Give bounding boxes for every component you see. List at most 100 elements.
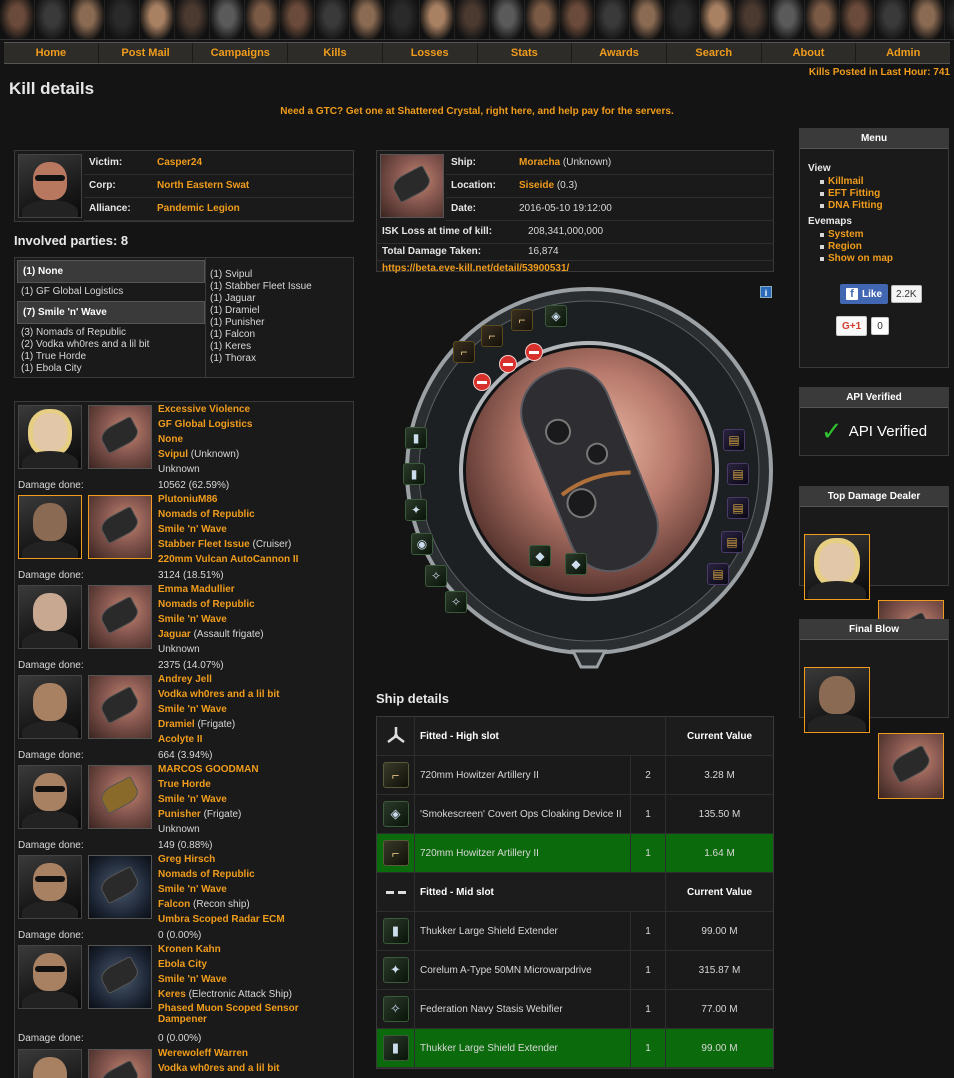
group-header-none[interactable]: (1) None: [17, 260, 205, 283]
attacker-corp[interactable]: Nomads of Republic: [158, 507, 353, 522]
menu-system-link[interactable]: System: [800, 229, 948, 241]
attacker-name[interactable]: Greg Hirsch: [158, 852, 353, 867]
attacker-corp[interactable]: Ebola City: [158, 957, 353, 972]
attacker-portrait[interactable]: [18, 855, 82, 919]
victim-corp[interactable]: North Eastern Swat: [152, 174, 353, 198]
nav-admin[interactable]: Admin: [856, 43, 950, 63]
module-row[interactable]: ▮ Thukker Large Shield Extender 1 99.00 …: [377, 1029, 773, 1068]
attacker-alliance[interactable]: None: [158, 432, 353, 447]
attacker-weapon[interactable]: Phased Muon Scoped Sensor: [158, 1002, 353, 1014]
attacker-alliance[interactable]: Smile 'n' Wave: [158, 702, 353, 717]
attacker-portrait[interactable]: [18, 495, 82, 559]
attacker-weapon[interactable]: 220mm Vulcan AutoCannon II: [158, 552, 353, 567]
group-member[interactable]: (3) Nomads of Republic: [17, 327, 205, 339]
module-row[interactable]: ✧ Federation Navy Stasis Webifier 1 77.0…: [377, 990, 773, 1029]
attacker-corp[interactable]: Nomads of Republic: [158, 867, 353, 882]
module-name[interactable]: Thukker Large Shield Extender: [415, 912, 631, 950]
group-member[interactable]: (2) Vodka wh0res and a lil bit: [17, 339, 205, 351]
victim-ship-image[interactable]: [380, 154, 444, 218]
module-row[interactable]: ✦ Corelum A-Type 50MN Microwarpdrive 1 3…: [377, 951, 773, 990]
attacker-ship[interactable]: Svipul: [158, 449, 188, 460]
menu-eft-fitting-link[interactable]: EFT Fitting: [800, 188, 948, 200]
nav-kills[interactable]: Kills: [288, 43, 383, 63]
nav-losses[interactable]: Losses: [383, 43, 478, 63]
attacker-alliance[interactable]: Smile 'n' Wave: [158, 522, 353, 537]
high-slot-module[interactable]: ⌐: [453, 341, 475, 363]
ship-name[interactable]: Moracha: [519, 157, 560, 168]
gtc-ad-link[interactable]: Need a GTC? Get one at Shattered Crystal…: [0, 106, 954, 117]
attacker-alliance[interactable]: Smile 'n' Wave: [158, 972, 353, 987]
module-name[interactable]: Corelum A-Type 50MN Microwarpdrive: [415, 951, 631, 989]
attacker-ship[interactable]: Dramiel: [158, 719, 195, 730]
attacker-ship-image[interactable]: [88, 945, 152, 1009]
attacker-ship-image[interactable]: [88, 765, 152, 829]
attacker-name[interactable]: Kronen Kahn: [158, 942, 353, 957]
high-slot-module[interactable]: ⌐: [511, 309, 533, 331]
mid-slot-module[interactable]: ✦: [405, 499, 427, 521]
victim-portrait[interactable]: [18, 154, 82, 218]
attacker-corp[interactable]: Vodka wh0res and a lil bit: [158, 1061, 353, 1076]
top-damage-portrait[interactable]: [804, 534, 870, 600]
module-row[interactable]: ◈ 'Smokescreen' Covert Ops Cloaking Devi…: [377, 795, 773, 834]
mid-slot-module[interactable]: ▮: [403, 463, 425, 485]
attacker-ship-image[interactable]: [88, 1049, 152, 1078]
menu-dna-fitting-link[interactable]: DNA Fitting: [800, 200, 948, 212]
group-member[interactable]: (1) True Horde: [17, 351, 205, 363]
ship-count[interactable]: (1) Jaguar: [206, 293, 353, 305]
final-blow-ship[interactable]: [878, 733, 944, 799]
location-name[interactable]: Siseide: [519, 180, 554, 191]
module-row[interactable]: ▮ Thukker Large Shield Extender 1 99.00 …: [377, 912, 773, 951]
attacker-portrait[interactable]: [18, 765, 82, 829]
attacker-ship-image[interactable]: [88, 585, 152, 649]
attacker-portrait[interactable]: [18, 945, 82, 1009]
module-name[interactable]: Thukker Large Shield Extender: [415, 1029, 631, 1067]
attacker-name[interactable]: Andrey Jell: [158, 672, 353, 687]
attacker-portrait[interactable]: [18, 405, 82, 469]
attacker-corp[interactable]: Vodka wh0res and a lil bit: [158, 687, 353, 702]
module-row[interactable]: ⌐ 720mm Howitzer Artillery II 2 3.28 M: [377, 756, 773, 795]
attacker-name[interactable]: MARCOS GOODMAN: [158, 762, 353, 777]
nav-search[interactable]: Search: [667, 43, 762, 63]
low-slot-module[interactable]: ▤: [721, 531, 743, 553]
attacker-corp[interactable]: Nomads of Republic: [158, 597, 353, 612]
facebook-like[interactable]: f Like 2.2K: [840, 284, 922, 304]
ship-count[interactable]: (1) Thorax: [206, 353, 353, 365]
attacker-weapon-cont[interactable]: Dampener: [158, 1014, 353, 1026]
high-slot-module[interactable]: ⌐: [481, 325, 503, 347]
rig-slot-module[interactable]: ◆: [565, 553, 587, 575]
attacker-name[interactable]: Werewoleff Warren: [158, 1046, 353, 1061]
attacker-ship[interactable]: Punisher: [158, 809, 201, 820]
final-blow-portrait[interactable]: [804, 667, 870, 733]
google-plus-button[interactable]: G+1 0: [836, 316, 889, 336]
attacker-name[interactable]: PlutoniuM86: [158, 492, 353, 507]
high-slot-module[interactable]: ◈: [545, 305, 567, 327]
attacker-portrait[interactable]: [18, 585, 82, 649]
attacker-ship-image[interactable]: [88, 855, 152, 919]
low-slot-module[interactable]: ▤: [723, 429, 745, 451]
ship-count[interactable]: (1) Keres: [206, 341, 353, 353]
kill-link[interactable]: https://beta.eve-kill.net/detail/5390053…: [377, 260, 773, 277]
mid-slot-module[interactable]: ◉: [411, 533, 433, 555]
low-slot-module[interactable]: ▤: [707, 563, 729, 585]
victim-alliance[interactable]: Pandemic Legion: [152, 197, 353, 221]
rig-slot-module[interactable]: ◆: [529, 545, 551, 567]
low-slot-module[interactable]: ▤: [727, 463, 749, 485]
attacker-ship[interactable]: Jaguar: [158, 629, 191, 640]
nav-post-mail[interactable]: Post Mail: [99, 43, 194, 63]
attacker-alliance[interactable]: Smile 'n' Wave: [158, 792, 353, 807]
menu-killmail-link[interactable]: Killmail: [800, 176, 948, 188]
attacker-weapon[interactable]: Acolyte II: [158, 732, 353, 747]
attacker-alliance[interactable]: Smile 'n' Wave: [158, 882, 353, 897]
attacker-portrait[interactable]: [18, 675, 82, 739]
attacker-ship[interactable]: Keres: [158, 989, 186, 1000]
mid-slot-module[interactable]: ✧: [425, 565, 447, 587]
nav-awards[interactable]: Awards: [572, 43, 667, 63]
module-row[interactable]: ⌐ 720mm Howitzer Artillery II 1 1.64 M: [377, 834, 773, 873]
module-name[interactable]: Federation Navy Stasis Webifier: [415, 990, 631, 1028]
attacker-alliance[interactable]: Smile 'n' Wave: [158, 612, 353, 627]
attacker-name[interactable]: Excessive Violence: [158, 402, 353, 417]
mid-slot-module[interactable]: ▮: [405, 427, 427, 449]
menu-show-on-map-link[interactable]: Show on map: [800, 253, 948, 265]
nav-campaigns[interactable]: Campaigns: [193, 43, 289, 63]
nav-home[interactable]: Home: [4, 43, 99, 63]
